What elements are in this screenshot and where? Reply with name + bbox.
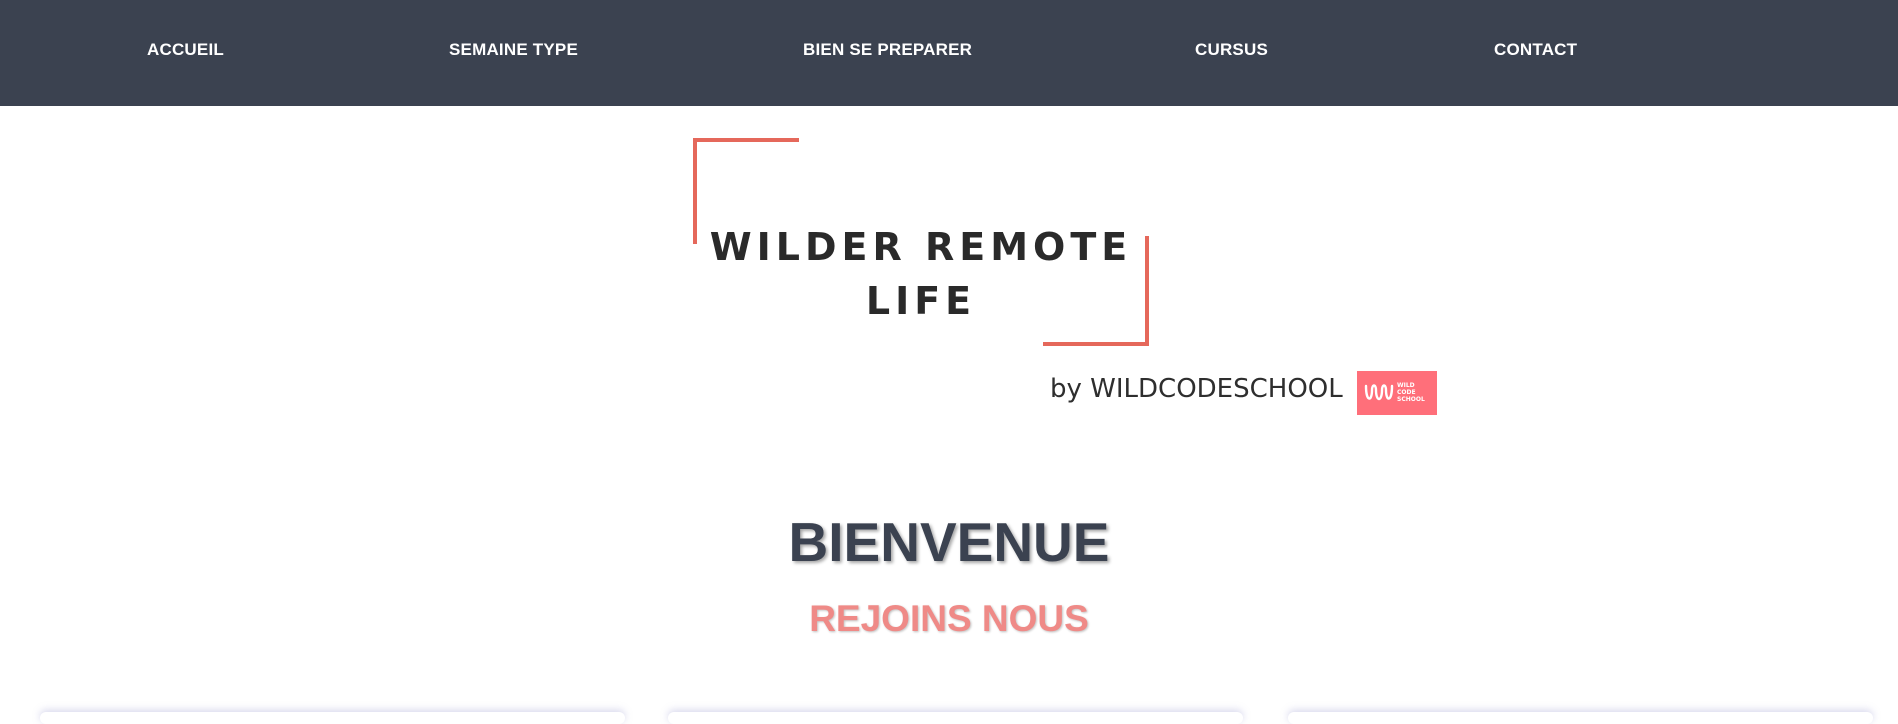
content-card-3 — [1288, 712, 1873, 724]
badge-text: WILD CODE SCHOOL — [1397, 382, 1425, 403]
badge-text-line-1: WILD — [1397, 382, 1415, 389]
nav-link-bien-se-preparer[interactable]: BIEN SE PREPARER — [803, 40, 972, 60]
wildcodeschool-logo-badge: WILD CODE SCHOOL — [1357, 371, 1437, 415]
logo-byline: by WILDCODESCHOOL — [1050, 374, 1343, 404]
logo-title: WILDER REMOTE LIFE — [693, 220, 1149, 328]
content-card-1 — [40, 712, 625, 724]
nav-link-contact[interactable]: CONTACT — [1494, 40, 1577, 60]
hero-subtitle: REJOINS NOUS — [809, 598, 1089, 639]
content-card-2 — [668, 712, 1243, 724]
top-navbar: ACCUEIL SEMAINE TYPE BIEN SE PREPARER CU… — [0, 0, 1898, 106]
badge-text-line-2: CODE — [1397, 389, 1416, 396]
nav-link-cursus[interactable]: CURSUS — [1195, 40, 1268, 60]
logo-title-line-2: LIFE — [865, 279, 977, 323]
nav-link-accueil[interactable]: ACCUEIL — [147, 40, 224, 60]
wave-logo-icon — [1364, 384, 1394, 401]
nav-link-semaine-type[interactable]: SEMAINE TYPE — [449, 40, 578, 60]
site-logo: WILDER REMOTE LIFE — [693, 138, 1149, 346]
hero-title: BIENVENUE — [788, 511, 1110, 573]
badge-text-line-3: SCHOOL — [1397, 396, 1425, 403]
logo-title-line-1: WILDER REMOTE — [709, 225, 1133, 269]
